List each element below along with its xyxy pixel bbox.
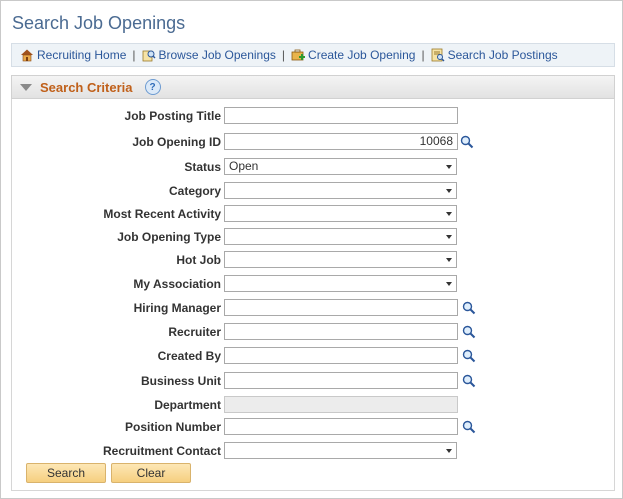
page-frame: Search Job Openings Recruiting Home | Br… <box>0 0 623 499</box>
browse-icon <box>142 48 156 62</box>
hiring-manager-lookup-icon[interactable] <box>462 301 476 315</box>
job-opening-id-label: Job Opening ID <box>132 135 221 149</box>
row-created-by: Created By <box>12 347 616 365</box>
search-postings-icon <box>431 48 445 62</box>
my-association-select[interactable] <box>224 275 457 292</box>
business-unit-input[interactable] <box>224 372 458 389</box>
row-business-unit: Business Unit <box>12 372 616 390</box>
job-opening-id-lookup-icon[interactable] <box>460 135 474 149</box>
search-criteria-panel: Job Posting Title Job Opening ID 10068 S… <box>11 99 615 491</box>
category-label: Category <box>168 184 221 198</box>
chevron-down-icon <box>446 235 452 239</box>
chevron-down-icon <box>446 449 452 453</box>
recruitment-contact-select[interactable] <box>224 442 457 459</box>
search-job-postings-label: Search Job Postings <box>447 48 558 62</box>
hot-job-label: Hot Job <box>176 253 221 267</box>
row-most-recent-activity: Most Recent Activity <box>12 205 616 223</box>
hot-job-select[interactable] <box>224 251 457 268</box>
row-recruiter: Recruiter <box>12 323 616 341</box>
hiring-manager-label: Hiring Manager <box>133 301 221 315</box>
browse-job-openings-link[interactable]: Browse Job Openings <box>142 48 276 62</box>
job-opening-id-input[interactable]: 10068 <box>224 133 458 150</box>
clear-button[interactable]: Clear <box>111 463 191 483</box>
create-job-opening-label: Create Job Opening <box>308 48 416 62</box>
create-icon <box>291 48 306 62</box>
create-job-opening-link[interactable]: Create Job Opening <box>291 48 415 62</box>
business-unit-label: Business Unit <box>140 374 221 388</box>
recruiter-lookup-icon[interactable] <box>462 325 476 339</box>
hiring-manager-input[interactable] <box>224 299 458 316</box>
home-icon <box>20 48 34 62</box>
row-job-opening-id: Job Opening ID 10068 <box>12 133 616 151</box>
position-number-input[interactable] <box>224 418 458 435</box>
department-input-disabled <box>224 396 458 413</box>
nav-separator: | <box>421 48 425 62</box>
position-number-label: Position Number <box>124 420 221 434</box>
job-posting-title-input[interactable] <box>224 107 458 124</box>
created-by-lookup-icon[interactable] <box>462 349 476 363</box>
nav-separator: | <box>132 48 136 62</box>
status-label: Status <box>184 160 221 174</box>
business-unit-lookup-icon[interactable] <box>462 374 476 388</box>
recruiting-home-link[interactable]: Recruiting Home <box>20 48 126 62</box>
department-label: Department <box>154 398 221 412</box>
created-by-input[interactable] <box>224 347 458 364</box>
row-hot-job: Hot Job <box>12 251 616 269</box>
job-opening-type-select[interactable] <box>224 228 457 245</box>
created-by-label: Created By <box>157 349 221 363</box>
chevron-down-icon <box>446 282 452 286</box>
status-value: Open <box>229 159 259 173</box>
help-icon[interactable]: ? <box>144 79 161 95</box>
page-title: Search Job Openings <box>12 13 186 33</box>
nav-separator: | <box>281 48 286 62</box>
chevron-down-icon <box>446 258 452 262</box>
row-my-association: My Association <box>12 275 616 293</box>
search-button[interactable]: Search <box>26 463 106 483</box>
row-category: Category <box>12 182 616 200</box>
row-status: Status Open <box>12 158 616 176</box>
navigation-bar: Recruiting Home | Browse Job Openings | … <box>11 43 615 67</box>
chevron-down-icon <box>446 165 452 169</box>
search-criteria-header: Search Criteria ? <box>11 75 615 99</box>
row-hiring-manager: Hiring Manager <box>12 299 616 317</box>
chevron-down-icon <box>446 212 452 216</box>
job-opening-type-label: Job Opening Type <box>117 230 221 244</box>
row-job-posting-title: Job Posting Title <box>12 107 616 125</box>
search-job-postings-link[interactable]: Search Job Postings <box>431 48 558 62</box>
row-job-opening-type: Job Opening Type <box>12 228 616 246</box>
row-position-number: Position Number <box>12 418 616 436</box>
my-association-label: My Association <box>133 277 221 291</box>
browse-job-openings-label: Browse Job Openings <box>158 48 276 62</box>
recruiting-home-label: Recruiting Home <box>37 48 127 62</box>
category-select[interactable] <box>224 182 457 199</box>
most-recent-activity-label: Most Recent Activity <box>103 207 221 221</box>
row-recruitment-contact: Recruitment Contact <box>12 442 616 460</box>
collapse-triangle-icon[interactable] <box>20 83 32 91</box>
recruiter-input[interactable] <box>224 323 458 340</box>
status-select[interactable]: Open <box>224 158 457 175</box>
recruiter-label: Recruiter <box>168 325 221 339</box>
position-number-lookup-icon[interactable] <box>462 420 476 434</box>
chevron-down-icon <box>446 189 452 193</box>
job-posting-title-label: Job Posting Title <box>124 109 221 123</box>
most-recent-activity-select[interactable] <box>224 205 457 222</box>
row-department: Department <box>12 396 616 414</box>
recruitment-contact-label: Recruitment Contact <box>102 444 221 458</box>
section-title: Search Criteria <box>40 79 133 95</box>
